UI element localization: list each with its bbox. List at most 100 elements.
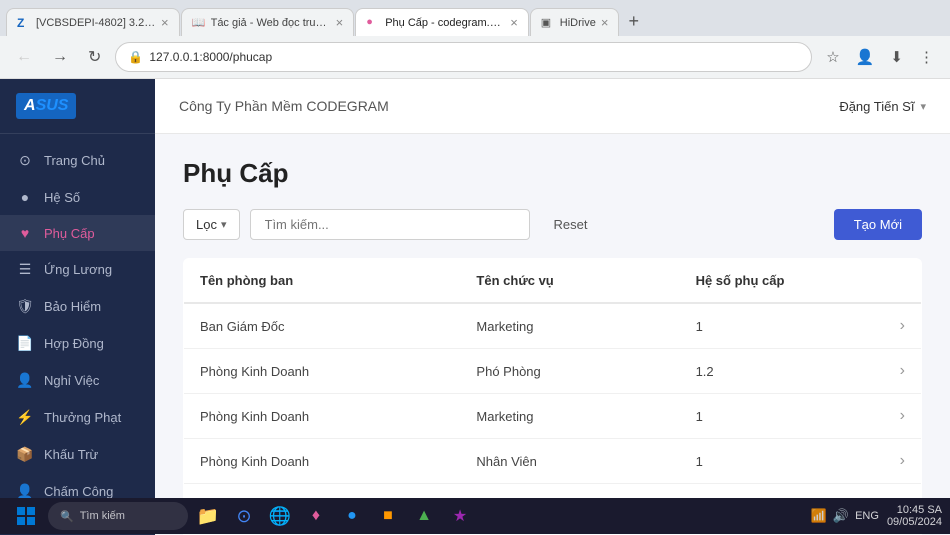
top-header: Công Ty Phần Mềm CODEGRAM Đặng Tiến Sĩ ▾: [155, 79, 950, 134]
table-row[interactable]: Phòng Kinh Doanh Phó Phòng 1.2 ›: [184, 349, 922, 394]
main-content: Công Ty Phần Mềm CODEGRAM Đặng Tiến Sĩ ▾…: [155, 79, 950, 535]
sidebar-logo: ASUS: [0, 79, 155, 134]
create-button[interactable]: Tạo Mới: [834, 209, 922, 240]
tab-close-1[interactable]: ×: [161, 15, 169, 30]
sidebar-item-he-so[interactable]: ● Hệ Số: [0, 179, 155, 215]
app-container: ASUS ⊙ Trang Chủ ● Hệ Số ♥ Phụ Cấp ☰ Ứng…: [0, 79, 950, 535]
username: Đặng Tiến Sĩ: [839, 99, 914, 114]
tab-close-2[interactable]: ×: [336, 15, 344, 30]
nav-label-khau-tru: Khấu Trừ: [44, 447, 98, 462]
filter-dropdown[interactable]: Lọc ▾: [183, 209, 240, 240]
sidebar-item-trang-chu[interactable]: ⊙ Trang Chủ: [0, 142, 155, 179]
table-row[interactable]: Phòng Kinh Doanh Marketing 1 ›: [184, 394, 922, 439]
date-display: 09/05/2024: [887, 516, 942, 528]
browser-tab-2[interactable]: 📖 Tác giả - Web đọc truyện ×: [181, 8, 355, 36]
bookmark-button[interactable]: ☆: [820, 44, 845, 70]
time-display: 10:45 SA: [887, 504, 942, 516]
data-table: Tên phòng ban Tên chức vụ Hệ số phụ cấp …: [183, 258, 922, 535]
browser-tab-1[interactable]: Z [VCBSDEPI-4802] 3.2. Xử lý gi... ×: [6, 8, 180, 36]
browser-tab-3[interactable]: ● Phụ Cấp - codegram.pro ×: [355, 8, 529, 36]
cell-dept-1: Phòng Kinh Doanh: [184, 349, 461, 394]
cell-action-1[interactable]: ›: [884, 349, 922, 394]
browser-tab-4[interactable]: ▣ HiDrive ×: [530, 8, 620, 36]
taskbar-app-2[interactable]: ♦: [300, 500, 332, 532]
taskbar-app-4[interactable]: ■: [372, 500, 404, 532]
home-icon: ⊙: [16, 152, 34, 169]
start-button[interactable]: [8, 500, 44, 532]
forward-button[interactable]: →: [46, 44, 74, 70]
tab-label-4: HiDrive: [560, 17, 596, 29]
page-content: Phụ Cấp Lọc ▾ Reset Tạo Mới Tên phòng ba…: [155, 134, 950, 535]
table-row[interactable]: Ban Giám Đốc Marketing 1 ›: [184, 303, 922, 349]
tab-favicon-1: Z: [17, 16, 31, 30]
taskbar-app-6[interactable]: ★: [444, 500, 476, 532]
filter-bar: Lọc ▾ Reset Tạo Mới: [183, 209, 922, 240]
sidebar-item-ung-luong[interactable]: ☰ Ứng Lương: [0, 251, 155, 288]
taskbar-app-chrome[interactable]: ⊙: [228, 500, 260, 532]
page-title: Phụ Cấp: [183, 158, 922, 189]
search-input[interactable]: [250, 209, 530, 240]
back-button[interactable]: ←: [10, 44, 38, 70]
tab-close-4[interactable]: ×: [601, 15, 609, 30]
cell-action-2[interactable]: ›: [884, 394, 922, 439]
sidebar-item-phu-cap[interactable]: ♥ Phụ Cấp: [0, 215, 155, 251]
sidebar-item-nghi-viec[interactable]: 👤 Nghỉ Việc: [0, 362, 155, 399]
nav-label-phu-cap: Phụ Cấp: [44, 226, 95, 241]
address-input[interactable]: [149, 50, 799, 64]
cell-title-2: Marketing: [460, 394, 679, 439]
col-header-title: Tên chức vụ: [460, 259, 679, 304]
asus-logo-text: ASUS: [16, 93, 76, 119]
cell-coeff-0: 1: [680, 303, 884, 349]
nav-label-cham-cong: Chấm Công: [44, 484, 113, 499]
menu-button[interactable]: ⋮: [913, 44, 940, 70]
cell-action-3[interactable]: ›: [884, 439, 922, 484]
taskbar: 🔍 Tìm kiếm 📁 ⊙ 🌐 ♦ ● ■ ▲ ★ 📶 🔊: [0, 498, 950, 534]
cell-coeff-1: 1.2: [680, 349, 884, 394]
address-bar[interactable]: 🔒: [115, 42, 812, 72]
cell-title-1: Phó Phòng: [460, 349, 679, 394]
col-header-dept: Tên phòng ban: [184, 259, 461, 304]
sidebar-item-thuong-phat[interactable]: ⚡ Thưởng Phạt: [0, 399, 155, 436]
tab-close-3[interactable]: ×: [510, 15, 518, 30]
user-menu[interactable]: Đặng Tiến Sĩ ▾: [839, 99, 926, 114]
nav-label-he-so: Hệ Số: [44, 190, 80, 205]
sidebar-item-hop-dong[interactable]: 📄 Hợp Đồng: [0, 325, 155, 362]
taskbar-app-1[interactable]: 🌐: [264, 500, 296, 532]
lang-indicator: ENG: [855, 510, 879, 522]
download-button[interactable]: ⬇: [884, 44, 909, 70]
document-icon: 📄: [16, 335, 34, 352]
windows-icon: [17, 507, 35, 525]
taskbar-app-3[interactable]: ●: [336, 500, 368, 532]
nav-label-thuong-phat: Thưởng Phạt: [44, 410, 121, 425]
shield-icon: 🛡: [16, 298, 34, 315]
tab-favicon-3: ●: [366, 16, 380, 30]
toolbar-actions: ☆ 👤 ⬇ ⋮: [820, 44, 940, 70]
volume-icon: 🔊: [833, 508, 849, 524]
filter-label: Lọc: [196, 217, 217, 232]
taskbar-search[interactable]: 🔍 Tìm kiếm: [48, 502, 188, 530]
reload-button[interactable]: ↻: [82, 43, 107, 71]
taskbar-right: 📶 🔊 ENG 10:45 SA 09/05/2024: [811, 504, 942, 528]
search-icon: 🔍: [60, 510, 74, 523]
reset-button[interactable]: Reset: [540, 210, 602, 239]
cell-action-0[interactable]: ›: [884, 303, 922, 349]
cell-coeff-3: 1: [680, 439, 884, 484]
tab-favicon-2: 📖: [192, 16, 206, 30]
sidebar-item-bao-hiem[interactable]: 🛡 Bảo Hiểm: [0, 288, 155, 325]
profile-button[interactable]: 👤: [850, 44, 881, 70]
ung-luong-icon: ☰: [16, 261, 34, 278]
box-icon: 📦: [16, 446, 34, 463]
cell-coeff-2: 1: [680, 394, 884, 439]
sidebar-nav: ⊙ Trang Chủ ● Hệ Số ♥ Phụ Cấp ☰ Ứng Lươn…: [0, 134, 155, 535]
cell-dept-0: Ban Giám Đốc: [184, 303, 461, 349]
table-row[interactable]: Phòng Kinh Doanh Nhân Viên 1 ›: [184, 439, 922, 484]
nav-label-ung-luong: Ứng Lương: [44, 262, 112, 277]
taskbar-app-5[interactable]: ▲: [408, 500, 440, 532]
new-tab-button[interactable]: +: [620, 11, 647, 32]
sidebar-item-khau-tru[interactable]: 📦 Khấu Trừ: [0, 436, 155, 473]
lightning-icon: ⚡: [16, 409, 34, 426]
cell-dept-3: Phòng Kinh Doanh: [184, 439, 461, 484]
nav-label-hop-dong: Hợp Đồng: [44, 336, 104, 351]
taskbar-app-explorer[interactable]: 📁: [192, 500, 224, 532]
tab-label-3: Phụ Cấp - codegram.pro: [385, 17, 505, 29]
